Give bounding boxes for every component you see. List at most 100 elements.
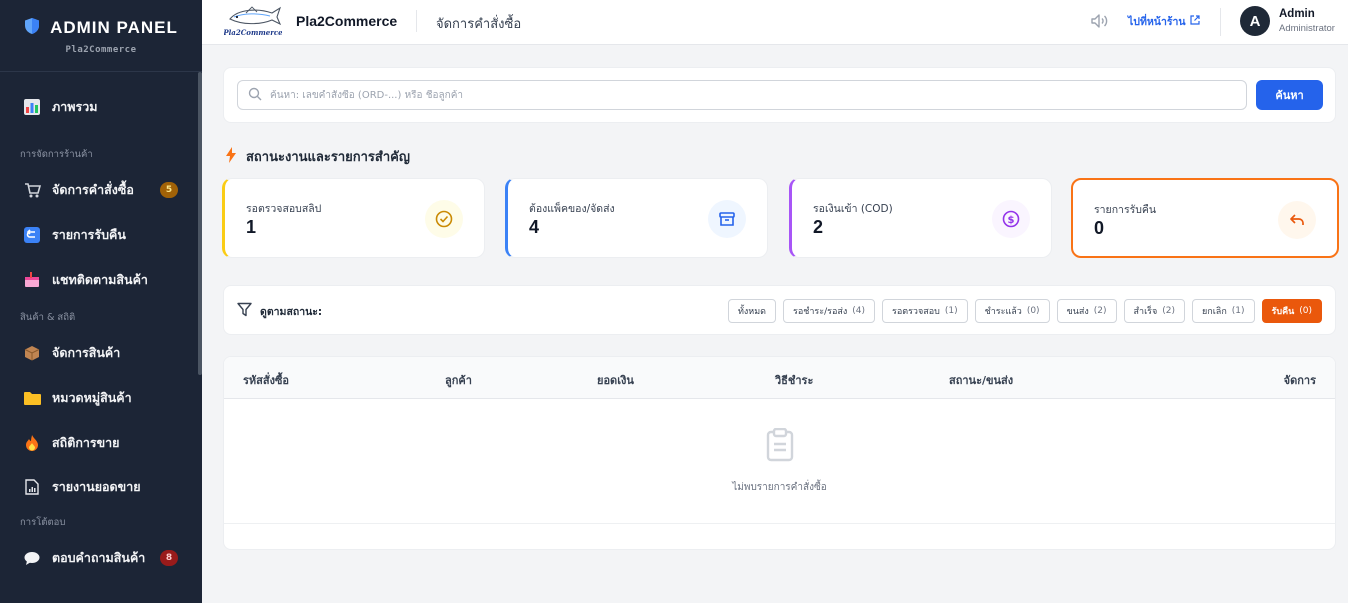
stat-card-pending-slip[interactable]: รอตรวจสอบสลิป 1	[222, 178, 485, 258]
column-payment-method: วิธีชำระ	[775, 374, 814, 387]
column-customer: ลูกค้า	[445, 374, 472, 387]
stat-card-to-ship[interactable]: ต้องแพ็คของ/จัดส่ง 4	[505, 178, 768, 258]
stat-card-cod[interactable]: รอเงินเข้า (COD) 2 $	[789, 178, 1052, 258]
stat-label: รอเงินเข้า (COD)	[813, 203, 893, 215]
filter-chip-completed[interactable]: สำเร็จ (2)	[1123, 299, 1185, 323]
search-card: ค้นหา	[223, 67, 1336, 123]
chip-label: รอชำระ/รอส่ง	[793, 307, 848, 317]
column-order-id: รหัสสั่งซื้อ	[243, 374, 290, 387]
sidebar-item-product-qa[interactable]: ตอบคำถามสินค้า 8	[0, 540, 198, 576]
stat-label: รายการรับคืน	[1094, 204, 1157, 216]
sidebar-item-tracking-chat[interactable]: แชทติดตามสินค้า	[0, 262, 198, 298]
stat-card-returns[interactable]: รายการรับคืน 0	[1071, 178, 1339, 258]
sidebar-item-orders[interactable]: จัดการคำสั่งซื้อ 5	[0, 172, 198, 208]
chip-count: (2)	[1162, 306, 1175, 316]
filter-chip-verifying[interactable]: รอตรวจสอบ (1)	[882, 299, 968, 323]
page-title: จัดการคำสั่งซื้อ	[436, 17, 522, 32]
fire-icon	[23, 434, 41, 452]
chip-label: ทั้งหมด	[737, 307, 767, 317]
report-icon	[23, 478, 41, 496]
filter-chip-all[interactable]: ทั้งหมด	[727, 299, 777, 323]
sidebar-item-sales-report[interactable]: รายงานยอดขาย	[0, 469, 198, 505]
filter-label-group: ดูตามสถานะ:	[237, 302, 322, 320]
header-divider	[1220, 8, 1221, 36]
search-box[interactable]	[237, 80, 1247, 110]
sidebar-item-sales-stats[interactable]: สถิติการขาย	[0, 425, 198, 461]
sidebar-item-products[interactable]: จัดการสินค้า	[0, 335, 198, 371]
chip-count: (1)	[1231, 306, 1245, 316]
sidebar-item-categories[interactable]: หมวดหมู่สินค้า	[0, 380, 198, 416]
stat-value: 2	[813, 217, 824, 237]
filter-chip-pending[interactable]: รอชำระ/รอส่ง (4)	[783, 299, 875, 323]
sidebar-item-overview[interactable]: ภาพรวม	[0, 89, 198, 125]
top-header: Pla2Commerce Pla2Commerce จัดการคำสั่งซื…	[202, 0, 1348, 45]
speech-bubble-icon	[23, 549, 41, 567]
sidebar-item-label: จัดการคำสั่งซื้อ	[52, 182, 134, 197]
sidebar-item-label: จัดการสินค้า	[52, 345, 121, 360]
filter-chip-cancelled[interactable]: ยกเลิก (1)	[1192, 299, 1255, 323]
store-logo[interactable]: Pla2Commerce	[222, 5, 283, 37]
undo-arrow-icon	[1278, 201, 1316, 239]
sidebar-item-label: หมวดหมู่สินค้า	[52, 390, 132, 405]
package-icon	[23, 344, 41, 362]
sidebar-brand: ADMIN PANEL Pla2Commerce	[0, 0, 202, 72]
return-icon	[23, 226, 41, 244]
sidebar-item-label: รายงานยอดขาย	[52, 479, 141, 494]
filter-icon	[237, 302, 252, 320]
column-amount: ยอดเงิน	[597, 374, 634, 387]
sidebar-item-label: ตอบคำถามสินค้า	[52, 550, 146, 565]
svg-text:$: $	[1008, 215, 1015, 226]
sidebar-section-products: สินค้า & สถิติ	[20, 312, 76, 323]
column-actions: จัดการ	[1283, 374, 1316, 387]
stat-value: 4	[529, 217, 540, 237]
search-button[interactable]: ค้นหา	[1256, 80, 1323, 110]
avatar[interactable]: A	[1240, 6, 1270, 36]
chip-count: (0)	[1299, 306, 1312, 316]
filter-chips: ทั้งหมด รอชำระ/รอส่ง (4) รอตรวจสอบ (1) ชำร…	[727, 299, 1322, 323]
filter-label: ดูตามสถานะ:	[260, 305, 323, 318]
filter-chip-returned[interactable]: รับคืน (0)	[1261, 299, 1322, 323]
sidebar-scrollbar[interactable]	[198, 72, 202, 375]
stat-value: 1	[246, 217, 257, 237]
chip-label: สำเร็จ	[1133, 307, 1158, 317]
filter-chip-shipping[interactable]: ขนส่ง (2)	[1056, 299, 1117, 323]
check-circle-icon	[425, 200, 463, 238]
folder-icon	[23, 389, 41, 407]
stat-label: ต้องแพ็คของ/จัดส่ง	[529, 203, 615, 215]
status-filter-bar: ดูตามสถานะ: ทั้งหมด รอชำระ/รอส่ง (4) รอตร…	[223, 285, 1336, 335]
orders-count-badge: 5	[160, 182, 178, 198]
go-to-storefront-link[interactable]: ไปที่หน้าร้าน	[1128, 13, 1200, 30]
qa-count-badge: 8	[160, 550, 178, 566]
speaker-icon[interactable]	[1089, 11, 1109, 31]
sidebar-item-label: แชทติดตามสินค้า	[52, 272, 148, 287]
sidebar-section-store: การจัดการร้านค้า	[20, 149, 93, 160]
shield-icon	[24, 17, 40, 39]
empty-state: ไม่พบรายการคำสั่งซื้อ	[224, 399, 1335, 524]
search-icon	[248, 86, 262, 105]
empty-state-text: ไม่พบรายการคำสั่งซื้อ	[732, 481, 827, 493]
clipboard-icon	[766, 427, 794, 466]
sidebar-item-label: ภาพรวม	[52, 99, 98, 114]
stat-label: รอตรวจสอบสลิป	[246, 203, 322, 215]
filter-chip-paid[interactable]: ชำระแล้ว (0)	[974, 299, 1050, 323]
status-section-header: สถานะงานและรายการสำคัญ	[226, 146, 410, 167]
chip-label: ขนส่ง	[1066, 307, 1089, 317]
bar-chart-icon	[23, 98, 41, 116]
sidebar-section-interaction: การโต้ตอบ	[20, 517, 66, 528]
stat-value: 0	[1094, 218, 1105, 238]
shopping-cart-icon	[23, 181, 41, 199]
chip-label: ยกเลิก	[1202, 307, 1227, 317]
lightning-icon	[226, 146, 236, 167]
svg-text:Pla2Commerce: Pla2Commerce	[224, 28, 282, 37]
sidebar-item-label: รายการรับคืน	[52, 227, 126, 242]
table-header: รหัสสั่งซื้อ ลูกค้า ยอดเงิน วิธีชำระ สถา…	[224, 357, 1335, 399]
storefront-link-label: ไปที่หน้าร้าน	[1128, 16, 1186, 28]
sidebar-item-returns[interactable]: รายการรับคืน	[0, 217, 198, 253]
user-name: Admin	[1279, 8, 1315, 20]
chip-count: (0)	[1026, 306, 1040, 316]
column-status-shipping: สถานะ/ขนส่ง	[949, 374, 1014, 387]
archive-box-icon	[708, 200, 746, 238]
external-link-icon	[1189, 15, 1200, 28]
sidebar-title: ADMIN PANEL	[50, 17, 178, 37]
search-input[interactable]	[270, 89, 1220, 101]
